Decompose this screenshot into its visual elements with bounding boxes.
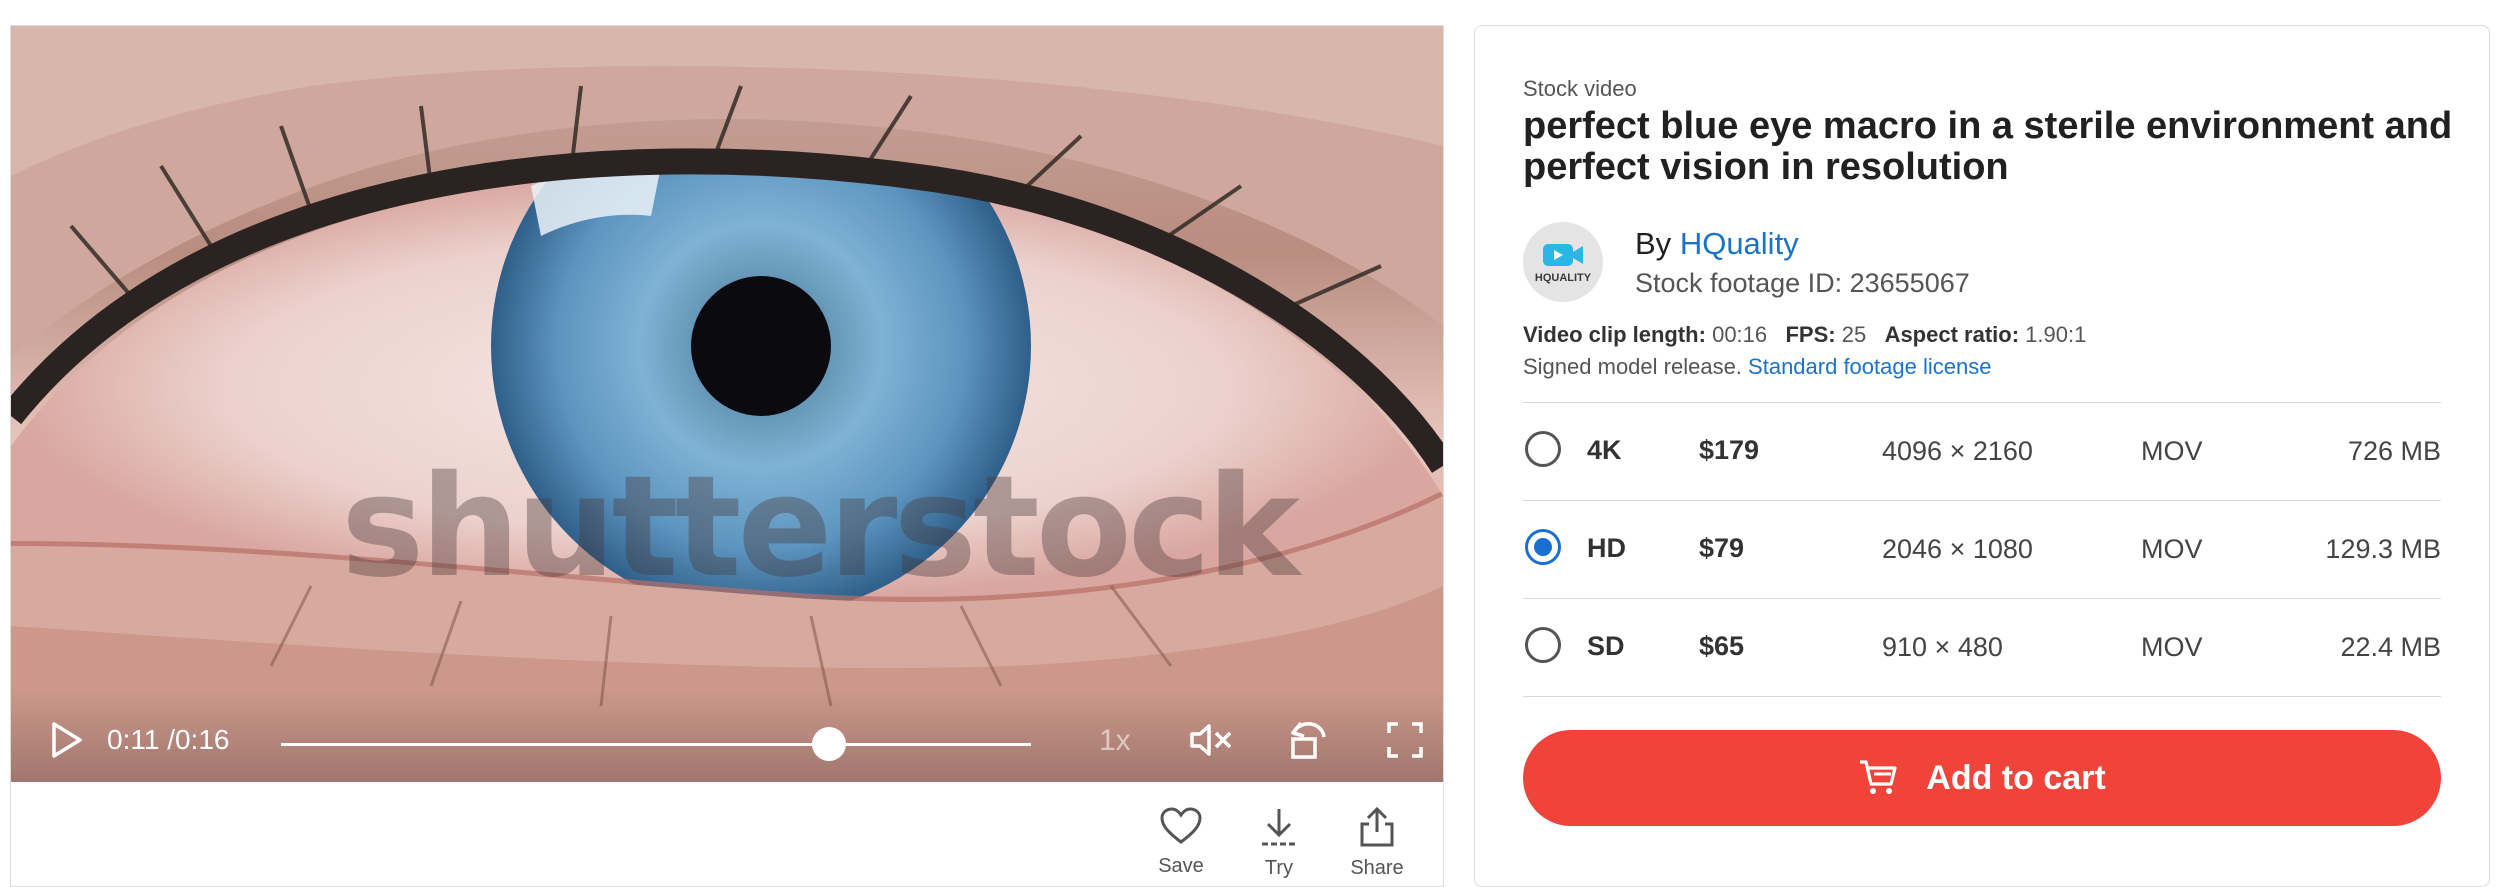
cart-icon [1858, 758, 1898, 798]
content-type-label: Stock video [1523, 76, 1637, 101]
option-quality: SD [1587, 631, 1625, 661]
option-price: $65 [1699, 631, 1745, 661]
contributor-link[interactable]: HQuality [1680, 226, 1799, 261]
watermark-text: shutterstock [341, 446, 1300, 609]
clip-length-label: Video clip length: [1523, 322, 1706, 347]
clip-meta: Video clip length: 00:16 FPS: 25 Aspect … [1523, 322, 2086, 348]
save-label: Save [1158, 855, 1204, 877]
play-button[interactable] [37, 714, 97, 766]
contributor-line: By HQuality [1635, 226, 1799, 262]
seek-handle[interactable] [811, 727, 846, 761]
fullscreen-button[interactable] [1375, 712, 1435, 768]
release-meta: Signed model release. Standard footage l… [1523, 354, 1991, 380]
option-quality: 4K [1587, 435, 1622, 465]
mute-button[interactable] [1181, 714, 1241, 766]
try-action[interactable]: Try [1239, 806, 1319, 880]
download-icon [1262, 809, 1296, 846]
time-display: 0:11 /0:16 [107, 724, 230, 755]
avatar-text: HQUALITY [1534, 272, 1592, 284]
loop-icon [1291, 721, 1326, 759]
format-options: 4K $179 4096 × 2160 MOV 726 MB HD $79 20… [1523, 402, 2441, 697]
aspect-label: Aspect ratio: [1884, 322, 2020, 347]
save-action[interactable]: Save [1141, 806, 1221, 878]
option-row-4k[interactable]: 4K $179 4096 × 2160 MOV 726 MB [1523, 403, 2441, 501]
option-quality: HD [1587, 533, 1626, 563]
video-card: shutterstock 0:11 /0:16 1x Save Try Shar… [10, 25, 1444, 887]
aspect-value: 1.90:1 [2025, 322, 2087, 347]
by-prefix: By [1635, 226, 1672, 261]
radio-hd[interactable] [1525, 529, 1561, 565]
option-size: 22.4 MB [2340, 632, 2441, 662]
option-row-sd[interactable]: SD $65 910 × 480 MOV 22.4 MB [1523, 599, 2441, 697]
seek-bar[interactable] [281, 743, 1031, 746]
page-title: perfect blue eye macro in a sterile envi… [1523, 105, 2453, 188]
add-to-cart-label: Add to cart [1926, 758, 2106, 797]
radio-sd[interactable] [1525, 627, 1561, 663]
fps-label: FPS: [1785, 322, 1836, 347]
try-label: Try [1264, 857, 1294, 879]
video-player[interactable]: shutterstock 0:11 /0:16 1x [11, 26, 1443, 782]
add-to-cart-button[interactable]: Add to cart [1523, 730, 2441, 826]
time-total: 0:16 [174, 724, 230, 755]
share-icon [1360, 806, 1394, 847]
option-resolution: 910 × 480 [1882, 632, 2003, 662]
share-action[interactable]: Share [1337, 806, 1417, 880]
player-controls: 0:11 /0:16 1x [11, 688, 1443, 782]
play-icon [52, 722, 82, 758]
heart-icon [1160, 807, 1202, 844]
share-label: Share [1350, 857, 1404, 879]
contributor-avatar[interactable]: HQUALITY [1523, 222, 1603, 302]
option-resolution: 4096 × 2160 [1882, 436, 2033, 466]
fps-value: 25 [1841, 322, 1867, 347]
camera-logo-icon [1543, 244, 1583, 266]
loop-button[interactable] [1277, 712, 1337, 768]
option-price: $179 [1699, 435, 1760, 465]
footage-id: Stock footage ID: 23655067 [1635, 268, 1970, 298]
fullscreen-icon [1387, 722, 1423, 758]
option-resolution: 2046 × 1080 [1882, 534, 2033, 564]
clip-length-value: 00:16 [1712, 322, 1768, 347]
radio-4k[interactable] [1525, 431, 1561, 467]
time-current: 0:11 [107, 724, 160, 755]
option-row-hd[interactable]: HD $79 2046 × 1080 MOV 129.3 MB [1523, 501, 2441, 599]
video-frame-eye [11, 26, 1443, 782]
option-size: 129.3 MB [2325, 534, 2441, 564]
release-text: Signed model release. [1523, 354, 1742, 379]
mute-icon [1190, 724, 1232, 756]
option-price: $79 [1699, 533, 1745, 563]
playback-speed[interactable]: 1x [1099, 724, 1131, 758]
product-card: Stock video perfect blue eye macro in a … [1474, 25, 2490, 887]
license-link[interactable]: Standard footage license [1748, 354, 1991, 379]
option-format: MOV [2141, 632, 2203, 662]
option-format: MOV [2141, 436, 2203, 466]
option-size: 726 MB [2347, 436, 2441, 466]
option-format: MOV [2141, 534, 2203, 564]
